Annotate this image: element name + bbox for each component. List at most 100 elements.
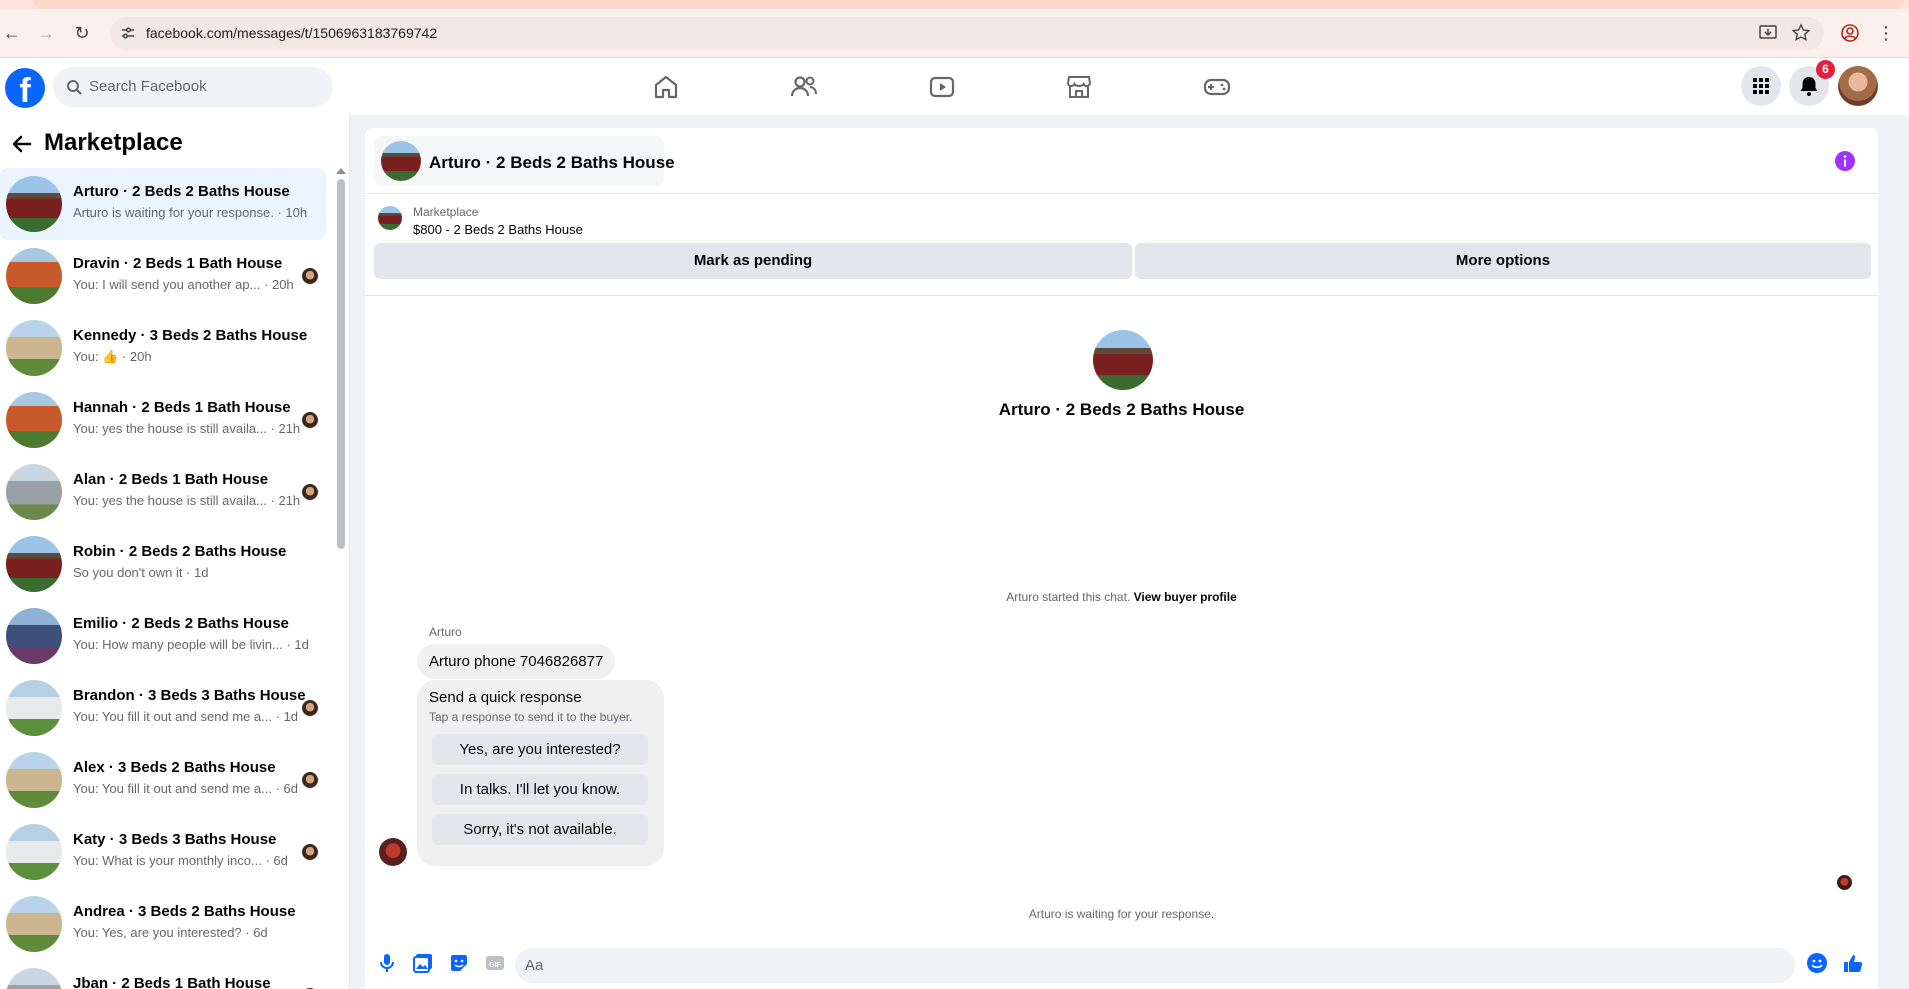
listing-label: Marketplace [413, 205, 479, 219]
conversation-item[interactable]: Alan · 2 Beds 1 Bath House You: yes the h… [0, 456, 326, 528]
info-icon[interactable] [1835, 151, 1855, 171]
waiting-notice: Arturo is waiting for your response. [1028, 907, 1215, 921]
conversation-thumbnail [6, 824, 62, 880]
seen-avatar [302, 772, 318, 788]
message-composer: GIF [365, 940, 1878, 989]
conversation-thumbnail [6, 968, 62, 989]
microphone-icon[interactable] [376, 952, 398, 974]
conversation-preview: You: You fill it out and send me a... · … [73, 709, 299, 724]
sticker-icon[interactable] [448, 952, 470, 974]
emoji-icon[interactable] [1806, 952, 1828, 974]
seen-avatar [302, 412, 318, 428]
conversation-preview: You: You fill it out and send me a... · … [73, 781, 299, 796]
conversation-preview: Arturo is waiting for your response. · 1… [73, 205, 308, 220]
conversation-item[interactable]: Alex · 3 Beds 2 Baths House You: You fill… [0, 744, 326, 816]
scroll-up-arrow[interactable] [336, 168, 346, 174]
quick-reply-in-talks[interactable]: In talks. I'll let you know. [432, 774, 648, 805]
profile-icon[interactable] [1840, 23, 1860, 43]
read-receipt-avatar [1837, 875, 1852, 890]
conversation-item[interactable]: Andrea · 3 Beds 2 Baths House You: Yes, a… [0, 888, 326, 960]
quick-response-subtitle: Tap a response to send it to the buyer. [429, 710, 633, 724]
view-buyer-profile-link[interactable]: View buyer profile [1134, 590, 1237, 604]
conversation-thumbnail [6, 464, 62, 520]
chat-header: Arturo · 2 Beds 2 Baths House [365, 128, 1878, 194]
buyer-avatar-large[interactable] [1093, 330, 1153, 390]
conversation-item[interactable]: Hannah · 2 Beds 1 Bath House You: yes the… [0, 384, 326, 456]
conversation-name: Kennedy · 3 Beds 2 Baths House [73, 327, 308, 344]
conversation-item[interactable]: Jban · 2 Beds 1 Bath House [0, 960, 326, 989]
search-icon [67, 80, 82, 95]
conversation-sidebar: Marketplace Arturo · 2 Beds 2 Baths Hous… [0, 115, 350, 989]
url-text: facebook.com/messages/t/1506963183769742 [146, 25, 438, 41]
mark-as-pending-button[interactable]: Mark as pending [374, 243, 1132, 279]
forward-icon[interactable]: → [36, 23, 56, 43]
facebook-logo[interactable]: f [5, 68, 45, 108]
account-avatar[interactable] [1838, 66, 1878, 106]
conversation-item[interactable]: Kennedy · 3 Beds 2 Baths House You: 👍 · 2… [0, 312, 326, 384]
sidebar-title: Marketplace [44, 129, 183, 156]
seen-avatar [302, 268, 318, 284]
conversation-name: Jban · 2 Beds 1 Bath House [73, 975, 271, 989]
conversation-item[interactable]: Dravin · 2 Beds 1 Bath House You: I will … [0, 240, 326, 312]
notification-badge: 6 [1816, 60, 1835, 79]
conversation-name: Arturo · 2 Beds 2 Baths House [73, 183, 290, 200]
conversation-name: Brandon · 3 Beds 3 Baths House [73, 687, 306, 704]
conversation-name: Hannah · 2 Beds 1 Bath House [73, 399, 291, 416]
conversation-preview: You: How many people will be livin... · … [73, 637, 309, 652]
thumbs-up-icon[interactable] [1842, 952, 1864, 974]
back-icon[interactable]: ← [2, 23, 22, 43]
photo-icon[interactable] [412, 952, 434, 974]
marketplace-icon[interactable] [1064, 72, 1094, 102]
seen-avatar [302, 484, 318, 500]
facebook-header: f Search Facebook 6 [0, 58, 1909, 115]
address-bar[interactable]: facebook.com/messages/t/1506963183769742 [110, 17, 1824, 50]
site-settings-icon[interactable] [120, 25, 136, 41]
menu-button[interactable] [1741, 66, 1781, 106]
more-options-button[interactable]: More options [1135, 243, 1871, 279]
back-arrow-icon[interactable] [10, 132, 34, 156]
conversation-thumbnail [6, 320, 62, 376]
quick-reply-interested[interactable]: Yes, are you interested? [432, 734, 648, 765]
seen-avatar [302, 700, 318, 716]
conversation-name: Emilio · 2 Beds 2 Baths House [73, 615, 289, 632]
message-bubble[interactable]: Arturo phone 7046826877 [417, 644, 616, 679]
conversation-item[interactable]: Arturo · 2 Beds 2 Baths House Arturo is w… [0, 168, 326, 240]
seen-avatar [302, 844, 318, 860]
gaming-icon[interactable] [1202, 72, 1232, 102]
sender-avatar[interactable] [379, 838, 407, 866]
search-bar[interactable]: Search Facebook [53, 67, 333, 107]
svg-text:GIF: GIF [489, 962, 501, 969]
conversation-name: Dravin · 2 Beds 1 Bath House [73, 255, 283, 272]
conversation-preview: So you don't own it · 1d [73, 565, 209, 580]
video-icon[interactable] [927, 72, 957, 102]
conversation-preview: You: Yes, are you interested? · 6d [73, 925, 268, 940]
conversation-name: Alex · 3 Beds 2 Baths House [73, 759, 276, 776]
conversation-preview: You: What is your monthly inco... · 6d [73, 853, 288, 868]
chat-avatar[interactable] [381, 141, 421, 181]
sidebar-scrollbar[interactable] [337, 179, 345, 549]
browser-tab-strip [0, 0, 1909, 9]
reload-icon[interactable]: ↻ [72, 23, 92, 43]
friends-icon[interactable] [789, 72, 819, 102]
listing-thumbnail[interactable] [378, 206, 402, 230]
quick-reply-not-available[interactable]: Sorry, it's not available. [432, 814, 648, 845]
browser-active-tab[interactable] [34, 0, 1904, 9]
conversation-item[interactable]: Brandon · 3 Beds 3 Baths House You: You f… [0, 672, 326, 744]
gif-icon[interactable]: GIF [484, 952, 506, 974]
conversation-item[interactable]: Emilio · 2 Beds 2 Baths House You: How ma… [0, 600, 326, 672]
conversation-thumbnail [6, 248, 62, 304]
message-input[interactable] [515, 948, 1795, 983]
browser-toolbar: ← → ↻ facebook.com/messages/t/1506963183… [0, 9, 1909, 58]
install-app-icon[interactable] [1758, 23, 1778, 43]
conversation-item[interactable]: Katy · 3 Beds 3 Baths House You: What is … [0, 816, 326, 888]
menu-grid-icon [1753, 78, 1769, 94]
browser-menu-icon[interactable]: ⋮ [1876, 23, 1896, 43]
conversation-name: Katy · 3 Beds 3 Baths House [73, 831, 277, 848]
conversation-thumbnail [6, 608, 62, 664]
buyer-name-heading: Arturo · 2 Beds 2 Baths House [998, 400, 1245, 419]
conversation-item[interactable]: Robin · 2 Beds 2 Baths House So you don't… [0, 528, 326, 600]
listing-price[interactable]: $800 - 2 Beds 2 Baths House [413, 222, 583, 237]
bookmark-star-icon[interactable] [1791, 23, 1811, 43]
main-panel: Arturo · 2 Beds 2 Baths House Marketplac… [350, 115, 1909, 989]
home-icon[interactable] [651, 72, 681, 102]
